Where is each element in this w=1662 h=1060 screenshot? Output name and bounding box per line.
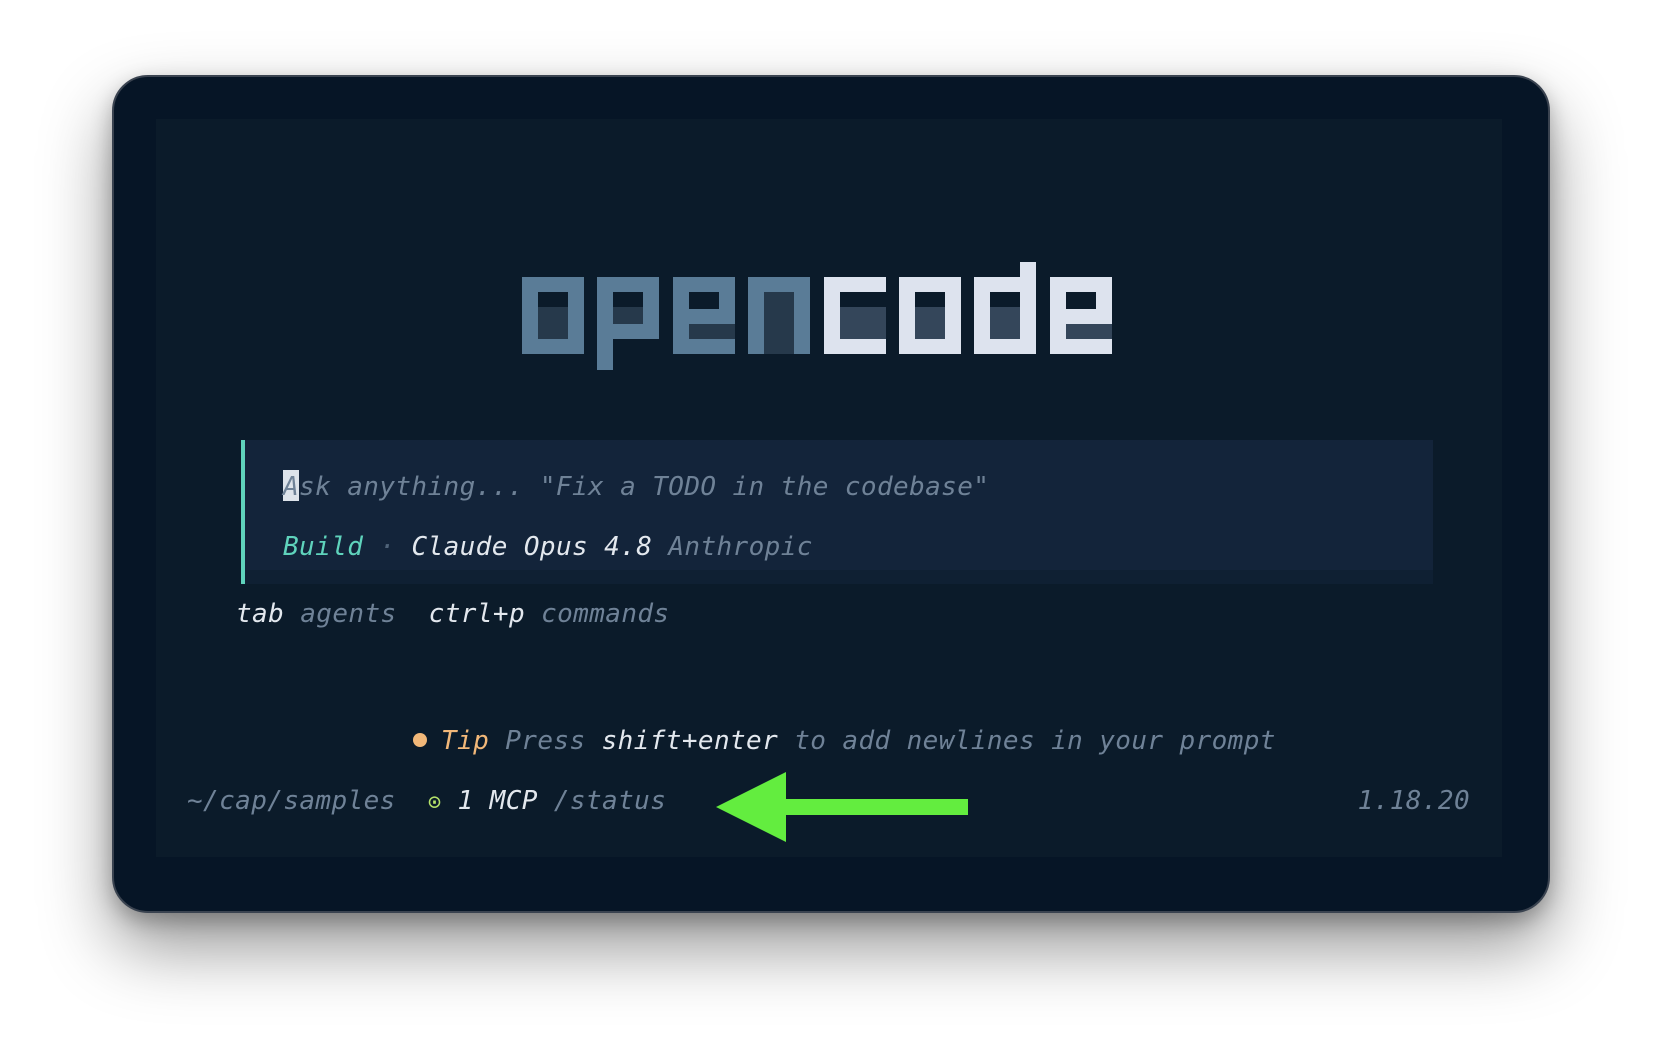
status-command[interactable]: /status [554, 786, 666, 816]
mcp-status-icon: ⊙ [427, 790, 442, 815]
hint-label-agents: agents [300, 599, 397, 629]
model-name[interactable]: Claude Opus 4.8 [411, 532, 652, 562]
agent-model-line: Build · Claude Opus 4.8 Anthropic [283, 532, 813, 562]
prompt-input[interactable]: Ask anything... "Fix a TODO in the codeb… [283, 470, 989, 502]
mcp-count[interactable]: 1 MCP [458, 786, 538, 816]
terminal-screen: Ask anything... "Fix a TODO in the codeb… [156, 119, 1502, 857]
agent-mode[interactable]: Build [283, 532, 363, 562]
keyboard-hints: tab agents ctrl+p commands [236, 599, 670, 629]
tip-text-before: Press [505, 726, 586, 756]
terminal-window: Ask anything... "Fix a TODO in the codeb… [112, 75, 1550, 913]
hint-label-commands: commands [541, 599, 670, 629]
version-label: 1.18.20 [1357, 786, 1470, 816]
prompt-placeholder: Ask anything... "Fix a TODO in the codeb… [283, 472, 990, 502]
tip-text-after: to add newlines in your prompt [794, 726, 1276, 756]
hint-key-tab: tab [236, 599, 285, 629]
working-directory: ~/cap/samples [187, 786, 396, 816]
tip-line: Tip Press shift+enter to add newlines in… [413, 726, 1276, 756]
hint-key-ctrl-p: ctrl+p [428, 599, 525, 629]
opencode-logo [522, 262, 1112, 370]
model-provider: Anthropic [668, 532, 813, 562]
green-arrow-icon [716, 772, 968, 842]
status-bar-left: ~/cap/samples ⊙ 1 MCP /status [187, 786, 666, 816]
agent-separator: · [379, 532, 396, 562]
prompt-box-footer [245, 570, 1433, 584]
tip-dot-icon [413, 733, 427, 747]
tip-label: Tip [441, 726, 490, 756]
tip-key: shift+enter [601, 726, 779, 756]
prompt-input-box[interactable]: Ask anything... "Fix a TODO in the codeb… [241, 440, 1433, 584]
